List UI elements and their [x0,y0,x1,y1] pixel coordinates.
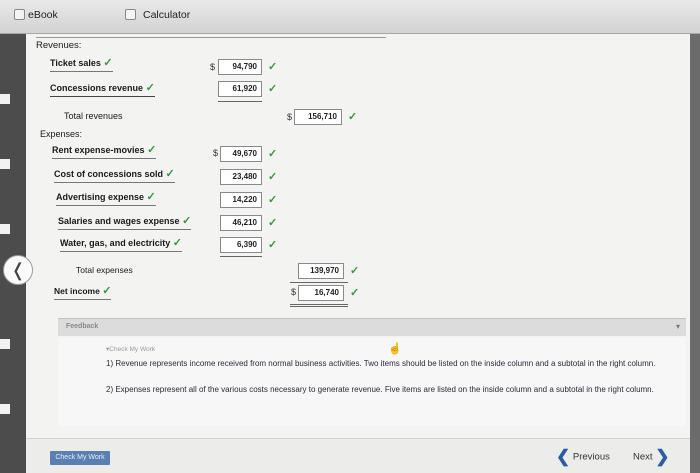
account-label: Cost of concessions sold [54,169,164,179]
chevron-right-icon: ❯ [655,447,670,466]
check-icon: ✓ [103,57,113,69]
divider [36,37,386,38]
sidebar-marker [0,404,10,414]
amount-input[interactable]: 23,480 [220,169,262,185]
double-rule [290,306,348,307]
check-icon: ✓ [268,83,278,95]
sidebar-marker [0,159,10,169]
check-icon: ✓ [268,61,278,73]
subtotal-rule [218,101,262,102]
check-icon: ✓ [145,82,155,94]
expense-account-select[interactable]: Cost of concessions sold ✓ [54,167,175,183]
feedback-content: ▾Check My Work ☝ 1) Revenue represents i… [58,338,686,426]
next-label: Next [633,451,653,463]
amount-input[interactable]: 6,390 [220,237,262,253]
feedback-line-1: 1) Revenue represents income received fr… [106,359,656,368]
amount-input[interactable]: 46,210 [220,215,262,231]
account-label: Salaries and wages expense [58,216,180,226]
total-revenues-input[interactable]: 156,710 [294,109,342,125]
previous-button[interactable]: ❮ Previous [556,447,610,467]
currency-symbol: $ [291,287,297,297]
check-icon: ✓ [350,265,360,277]
top-toolbar: eBook Calculator [0,0,700,34]
expense-account-select[interactable]: Advertising expense ✓ [56,190,156,206]
chevron-left-icon: ❮ [556,447,571,466]
account-label: Rent expense-movies [52,145,145,155]
account-label: Net income [54,286,100,296]
feedback-line-2: 2) Expenses represent all of the various… [106,385,654,394]
hand-cursor-icon: ☝ [388,343,402,355]
expenses-heading: Expenses: [40,129,83,139]
check-icon: ✓ [165,168,175,180]
currency-symbol: $ [213,148,219,158]
currency-symbol: $ [287,112,293,122]
caret-down-icon: ▾ [675,322,680,331]
expense-account-select[interactable]: Salaries and wages expense ✓ [58,214,192,230]
sidebar-marker [0,339,10,349]
account-label: Water, gas, and electricity [60,238,171,248]
total-revenues-label: Total revenues [64,111,123,121]
sidebar-marker [0,224,10,234]
check-icon: ✓ [268,239,278,251]
revenue-account-select[interactable]: Concessions revenue ✓ [50,81,155,97]
amount-input[interactable]: 94,790 [218,59,262,75]
check-icon: ✓ [350,287,360,299]
double-rule [290,304,348,305]
revenues-heading: Revenues: [36,40,82,51]
income-statement-panel: Revenues: Ticket sales ✓ $ 94,790 ✓ Conc… [26,34,690,473]
check-icon: ✓ [147,144,157,156]
left-sidebar [0,34,26,473]
footer-bar: Check My Work ❮ Previous Next ❯ [26,438,690,473]
check-icon: ✓ [348,111,358,123]
check-icon: ✓ [182,215,192,227]
account-label: Advertising expense [56,192,145,202]
account-label: Ticket sales [50,58,101,68]
amount-input[interactable]: 61,920 [218,81,262,97]
currency-symbol: $ [210,62,216,72]
ebook-icon [14,9,25,20]
check-icon: ✓ [268,148,278,160]
check-icon: ✓ [172,237,182,249]
check-icon: ✓ [268,171,278,183]
feedback-header[interactable]: Feedback ▾ [58,318,686,336]
check-icon: ✓ [102,285,112,297]
previous-label: Previous [572,451,610,463]
check-icon: ✓ [268,217,278,229]
subtotal-rule [290,282,348,283]
amount-input[interactable]: 49,670 [220,146,262,162]
net-income-select[interactable]: Net income ✓ [54,284,112,300]
net-income-input[interactable]: 16,740 [298,285,344,301]
subtotal-rule [220,256,262,257]
calculator-icon [125,9,136,20]
check-my-work-note: ▾Check My Work [106,346,156,353]
account-label: Concessions revenue [50,83,144,93]
total-expenses-label: Total expenses [76,265,133,275]
next-button[interactable]: Next ❯ [633,447,669,467]
check-my-work-button[interactable]: Check My Work [50,451,110,465]
chevron-left-icon: ❬ [10,260,26,280]
revenue-account-select[interactable]: Ticket sales ✓ [50,56,113,72]
tab-calculator[interactable]: Calculator [143,9,190,21]
sidebar-marker [0,94,10,104]
feedback-title: Feedback [66,323,99,330]
expense-account-select[interactable]: Water, gas, and electricity ✓ [60,236,182,252]
collapse-panel-button[interactable]: ❬ [3,255,33,285]
check-icon: ✓ [268,194,278,206]
tab-ebook[interactable]: eBook [28,9,58,21]
amount-input[interactable]: 14,220 [220,192,262,208]
expense-account-select[interactable]: Rent expense-movies ✓ [52,143,157,159]
check-icon: ✓ [146,191,156,203]
total-expenses-input[interactable]: 139,970 [298,263,344,279]
